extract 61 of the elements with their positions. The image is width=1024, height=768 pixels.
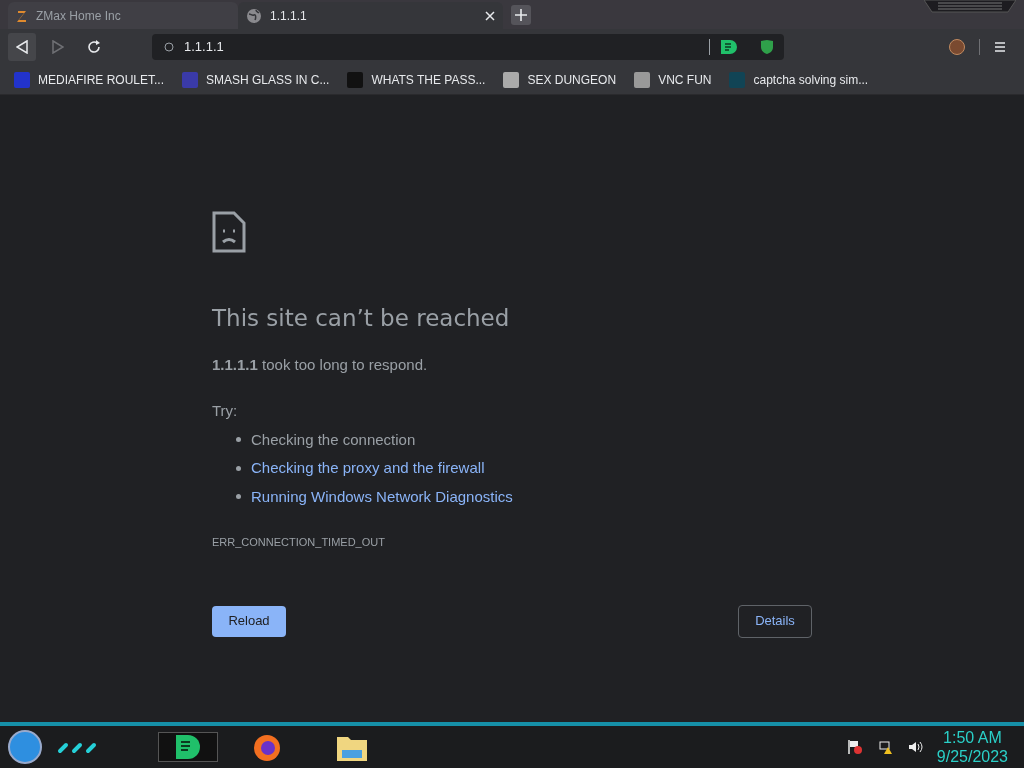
- suggestion-link[interactable]: Checking the proxy and the firewall: [251, 457, 485, 480]
- new-tab-button[interactable]: [511, 5, 531, 25]
- profile-avatar[interactable]: [949, 39, 965, 55]
- address-bar[interactable]: 1.1.1.1: [152, 34, 784, 60]
- speaker-icon[interactable]: [906, 739, 923, 755]
- bookmark[interactable]: VNC FUN: [634, 70, 712, 89]
- clock[interactable]: 1:50 AM 9/25/2023: [936, 728, 1016, 766]
- chat-icon: [175, 734, 201, 760]
- details-button[interactable]: Details: [738, 604, 812, 638]
- start-button[interactable]: [8, 730, 42, 764]
- bookmark-favicon-icon: [729, 71, 746, 88]
- error-message: 1.1.1.1 took too long to respond.: [212, 354, 429, 375]
- bookmark-title: MEDIAFIRE ROULET...: [38, 71, 165, 89]
- bookmark-favicon-icon: [182, 71, 199, 88]
- bookmark[interactable]: SEX DUNGEON: [503, 70, 617, 89]
- url-text: 1.1.1.1: [184, 38, 225, 57]
- bookmark-title: SEX DUNGEON: [527, 71, 617, 89]
- favicon-icon: [16, 8, 28, 23]
- bookmark-favicon-icon: [347, 71, 364, 88]
- browser-icon[interactable]: [252, 732, 282, 762]
- bookmark-title: captcha solving sim...: [753, 71, 869, 89]
- menu-icon[interactable]: [994, 41, 1006, 53]
- error-code: ERR_CONNECTION_TIMED_OUT: [212, 535, 386, 550]
- bookmark[interactable]: WHATS THE PASS...: [347, 70, 486, 89]
- flag-icon[interactable]: [846, 739, 863, 755]
- pinned-app[interactable]: [158, 732, 218, 762]
- error-heading: This site can’t be reached: [212, 304, 511, 333]
- extension-icon[interactable]: [720, 39, 738, 55]
- tab-title: 1.1.1.1: [270, 7, 307, 25]
- tab-title: ZMax Home Inc: [36, 7, 121, 25]
- browser-tab[interactable]: 1.1.1.1: [238, 2, 503, 29]
- clock-date: 9/25/2023: [936, 747, 1008, 766]
- close-icon[interactable]: [485, 10, 495, 21]
- bookmark[interactable]: SMASH GLASS IN C...: [182, 70, 330, 89]
- suggestion-text: Checking the connection: [251, 429, 416, 450]
- sad-page-icon: [212, 211, 246, 253]
- globe-icon: [246, 7, 262, 24]
- bookmark-favicon-icon: [634, 71, 651, 88]
- browser-tab[interactable]: ZMax Home Inc: [8, 2, 238, 29]
- bullet-icon: [236, 465, 241, 471]
- bookmark-title: SMASH GLASS IN C...: [206, 71, 330, 89]
- bookmark[interactable]: captcha solving sim...: [729, 70, 869, 89]
- clock-time: 1:50 AM: [943, 728, 1002, 747]
- suggestion-link[interactable]: Running Windows Network Diagnostics: [251, 485, 513, 508]
- back-icon: [16, 40, 28, 54]
- shield-icon[interactable]: [760, 39, 774, 55]
- bookmark-title: VNC FUN: [658, 71, 712, 89]
- info-icon: [164, 42, 174, 52]
- plus-icon: [515, 9, 527, 21]
- bookmark-favicon-icon: [503, 71, 520, 88]
- back-button[interactable]: [8, 33, 36, 61]
- bullet-icon: [236, 437, 241, 443]
- reload-icon: [87, 40, 101, 54]
- forward-icon: [52, 40, 64, 54]
- try-label: Try:: [212, 401, 239, 421]
- bookmark-favicon-icon: [14, 71, 30, 88]
- bookmark-title: WHATS THE PASS...: [371, 71, 486, 89]
- bullet-icon: [236, 494, 241, 500]
- bookmark[interactable]: MEDIAFIRE ROULET...: [14, 70, 165, 89]
- reload-button[interactable]: Reload: [212, 605, 286, 637]
- network-warning-icon[interactable]: [876, 739, 893, 755]
